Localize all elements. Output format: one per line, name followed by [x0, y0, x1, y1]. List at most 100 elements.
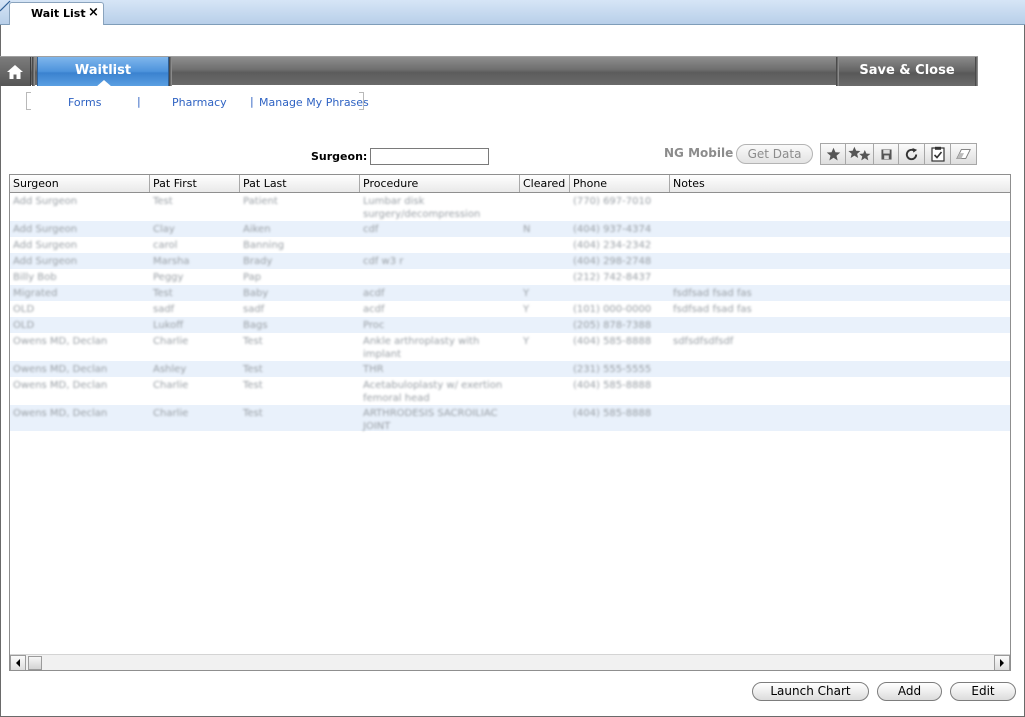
scroll-left-button[interactable] — [10, 655, 26, 670]
column-header-surgeon[interactable]: Surgeon — [10, 175, 150, 192]
cell-pat-first: Charlie — [153, 380, 189, 391]
save-close-button[interactable]: Save & Close — [839, 57, 975, 86]
document-tab-strip: Wait List × — [0, 0, 1025, 25]
cell-pat-last: Test — [243, 364, 263, 375]
refresh-button[interactable] — [899, 144, 925, 164]
cell-pat-last: Baby — [243, 288, 269, 299]
launch-chart-button[interactable]: Launch Chart — [752, 682, 869, 701]
cell-surgeon: Owens MD, Declan — [13, 408, 108, 419]
cell-pat-last: Patient — [243, 196, 278, 207]
cell-procedure: acdf — [363, 304, 385, 315]
pharmacy-link[interactable]: Pharmacy — [172, 96, 227, 109]
cell-phone: (404) 585-8888 — [573, 336, 652, 347]
cell-procedure: Lumbar disk surgery/decompression — [363, 196, 481, 220]
cell-phone: (404) 937-4374 — [573, 224, 652, 235]
table-row[interactable]: Owens MD, Declan Charlie Test ARTHRODESIS S… — [10, 405, 1010, 431]
cell-surgeon: Owens MD, Declan — [13, 364, 108, 375]
cell-notes — [670, 407, 1010, 431]
table-row[interactable]: Billy Bob Peggy Pap (212) 742-8437 — [10, 269, 1010, 285]
cell-phone — [570, 287, 670, 301]
column-header-pat-last[interactable]: Pat Last — [240, 175, 360, 192]
clear-button[interactable] — [951, 144, 976, 164]
cell-procedure: cdf w3 r — [363, 256, 404, 267]
table-row[interactable]: Add Surgeon carol Banning (404) 234-2342 — [10, 237, 1010, 253]
column-header-notes[interactable]: Notes — [670, 175, 1010, 192]
add-button[interactable]: Add — [877, 682, 942, 701]
cell-phone: (101) 000-0000 — [573, 304, 652, 315]
favorite-button[interactable] — [821, 144, 846, 164]
cell-cleared — [520, 319, 570, 333]
home-button[interactable] — [0, 57, 31, 86]
star-icon — [826, 147, 840, 160]
cell-pat-last: Aiken — [243, 224, 271, 235]
cell-procedure: cdf — [363, 224, 379, 235]
favorites-list-button[interactable] — [846, 144, 874, 164]
table-row[interactable]: OLD sadf sadf acdf Y (101) 000-0000 fsdfsad fs… — [10, 301, 1010, 317]
get-data-button[interactable]: Get Data — [736, 144, 813, 164]
scrollbar-thumb[interactable] — [28, 656, 42, 670]
cell-phone: (212) 742-8437 — [573, 272, 652, 283]
cell-notes — [670, 239, 1010, 253]
cell-cleared — [520, 407, 570, 431]
cell-procedure: Acetabuloplasty w/ exertion femoral head — [363, 380, 503, 404]
forms-link[interactable]: Forms — [68, 96, 101, 109]
tab-wait-list[interactable]: Wait List × — [9, 2, 104, 25]
column-header-cleared[interactable]: Cleared — [520, 175, 570, 192]
surgeon-filter-input[interactable] — [370, 148, 489, 165]
cell-pat-first: Clay — [153, 224, 175, 235]
cell-cleared — [520, 255, 570, 269]
eraser-icon — [955, 149, 971, 159]
cell-procedure: Ankle arthroplasty with implant — [363, 336, 480, 360]
cell-pat-first: Test — [153, 196, 173, 207]
cell-procedure: THR — [363, 364, 384, 375]
table-row[interactable]: Add Surgeon Clay Aiken cdf N (404) 937-4374 — [10, 221, 1010, 237]
cell-cleared — [520, 379, 570, 405]
cell-pat-last: Banning — [243, 240, 285, 251]
cell-notes — [670, 195, 1010, 221]
save-button[interactable] — [874, 144, 899, 164]
cell-procedure — [360, 271, 520, 285]
table-row[interactable]: Migrated Test Baby acdf Yfsdfsad fsad fas — [10, 285, 1010, 301]
scroll-right-button[interactable] — [994, 655, 1010, 670]
column-header-phone[interactable]: Phone — [570, 175, 670, 192]
cell-procedure: acdf — [363, 288, 385, 299]
cell-notes — [670, 255, 1010, 269]
tab-waitlist[interactable]: Waitlist — [37, 57, 169, 87]
column-header-procedure[interactable]: Procedure — [360, 175, 520, 192]
tab-waitlist-label: Waitlist — [74, 63, 132, 78]
cell-procedure: Proc — [363, 320, 385, 331]
cell-pat-first: Peggy — [153, 272, 184, 283]
table-row[interactable]: Add Surgeon Marsha Brady cdf w3 r (404) 298-… — [10, 253, 1010, 269]
sub-navigation: Forms | Pharmacy | Manage My Phrases — [0, 91, 400, 113]
manage-phrases-link[interactable]: Manage My Phrases — [259, 96, 369, 109]
active-tab-pointer — [96, 80, 112, 87]
cell-cleared — [520, 239, 570, 253]
cell-phone: (404) 585-8888 — [573, 380, 652, 391]
cell-cleared: N — [523, 224, 531, 235]
main-nav-bar: Waitlist Save & Close — [0, 56, 978, 87]
column-header-pat-first[interactable]: Pat First — [150, 175, 240, 192]
table-row[interactable]: Owens MD, Declan Ashley Test THR (231) 555-5… — [10, 361, 1010, 377]
cell-procedure: ARTHRODESIS SACROILIAC JOINT — [363, 408, 498, 431]
sublinks-bracket-right — [359, 92, 364, 110]
table-row[interactable]: OLD Lukoff Bags Proc (205) 878-7388 — [10, 317, 1010, 333]
refresh-icon — [905, 147, 918, 160]
table-row[interactable]: Owens MD, Declan Charlie Test Acetabuloplas… — [10, 377, 1010, 405]
scroll-right-icon — [1000, 659, 1004, 667]
nav-divider — [169, 57, 172, 86]
cell-pat-last: Bags — [243, 320, 268, 331]
clipboard-button[interactable] — [925, 144, 951, 164]
horizontal-scrollbar[interactable] — [10, 654, 1010, 670]
table-row[interactable]: Owens MD, Declan Charlie Test Ankle arthrop… — [10, 333, 1010, 361]
cell-notes — [670, 363, 1010, 377]
cell-pat-first: Test — [153, 288, 173, 299]
table-row[interactable]: Add Surgeon Test Patient Lumbar disk surger… — [10, 193, 1010, 221]
edit-button[interactable]: Edit — [950, 682, 1016, 701]
cell-pat-first: sadf — [153, 304, 175, 315]
nav-divider — [975, 57, 978, 86]
tab-wait-list-label: Wait List — [31, 7, 86, 20]
cell-pat-last: Test — [243, 380, 263, 391]
cell-pat-first: Lukoff — [153, 320, 184, 331]
close-tab-icon[interactable]: × — [88, 5, 99, 20]
cell-cleared — [520, 271, 570, 285]
